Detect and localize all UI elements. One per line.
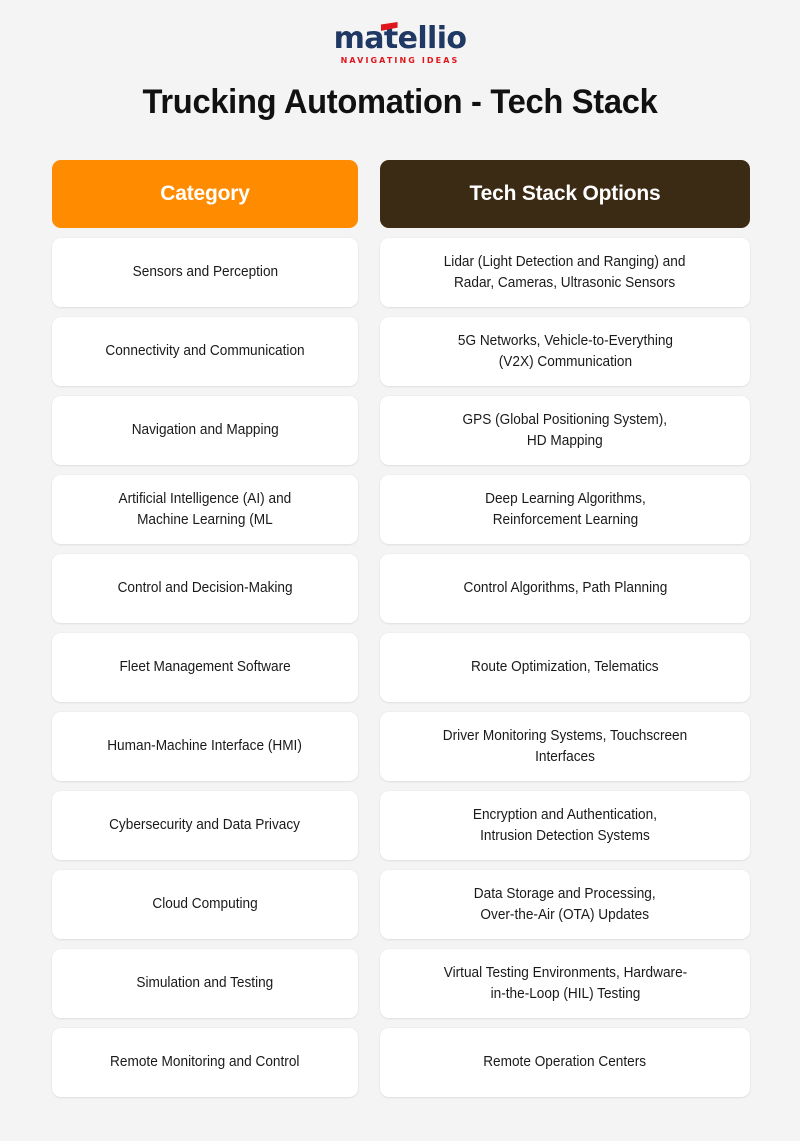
category-label: Cloud Computing — [152, 896, 258, 912]
table-row: Remote Monitoring and Control Remote Oper… — [52, 1028, 750, 1097]
tech-stack-cell: Encryption and Authentication, Intrusion… — [380, 791, 750, 860]
category-cell: Connectivity and Communication — [52, 317, 358, 386]
infographic-page: matellio NAVIGATING IDEAS Trucking Autom… — [0, 0, 800, 1141]
page-title: Trucking Automation - Tech Stack — [142, 83, 658, 121]
tech-stack-label: Encryption and Authentication, Intrusion… — [472, 806, 658, 844]
brand-logo: matellio NAVIGATING IDEAS — [0, 21, 800, 68]
category-label: Navigation and Mapping — [131, 422, 279, 438]
logo-inner: matellio NAVIGATING IDEAS — [333, 21, 467, 65]
tech-stack-cell: GPS (Global Positioning System), HD Mapp… — [380, 396, 750, 465]
category-cell: Human-Machine Interface (HMI) — [52, 712, 358, 781]
category-cell: Artificial Intelligence (AI) and Machine… — [52, 475, 358, 544]
category-label: Artificial Intelligence (AI) and Machine… — [118, 490, 292, 528]
category-cell: Navigation and Mapping — [52, 396, 358, 465]
column-header-tech-stack-options: Tech Stack Options — [380, 160, 750, 228]
category-cell: Remote Monitoring and Control — [52, 1028, 358, 1097]
table-body: Sensors and Perception Lidar (Light Detec… — [52, 238, 750, 1097]
tech-stack-label: GPS (Global Positioning System), HD Mapp… — [462, 411, 668, 449]
category-cell: Cybersecurity and Data Privacy — [52, 791, 358, 860]
column-header-category: Category — [52, 160, 358, 228]
tech-stack-cell: Control Algorithms, Path Planning — [380, 554, 750, 623]
tech-stack-label: Control Algorithms, Path Planning — [463, 580, 667, 596]
tech-stack-table: Category Tech Stack Options Sensors and … — [52, 160, 750, 1107]
table-header-row: Category Tech Stack Options — [52, 160, 750, 228]
category-cell: Sensors and Perception — [52, 238, 358, 307]
tech-stack-label: Data Storage and Processing, Over-the-Ai… — [474, 885, 656, 923]
category-label: Connectivity and Communication — [105, 343, 305, 359]
logo-tagline: NAVIGATING IDEAS — [340, 56, 460, 65]
table-row: Artificial Intelligence (AI) and Machine… — [52, 475, 750, 544]
tech-stack-cell: Remote Operation Centers — [380, 1028, 750, 1097]
category-label: Cybersecurity and Data Privacy — [109, 817, 301, 833]
table-row: Control and Decision-Making Control Algor… — [52, 554, 750, 623]
table-row: Navigation and Mapping GPS (Global Positi… — [52, 396, 750, 465]
tech-stack-label: Virtual Testing Environments, Hardware- … — [443, 964, 687, 1002]
category-cell: Control and Decision-Making — [52, 554, 358, 623]
table-row: Cloud Computing Data Storage and Processi… — [52, 870, 750, 939]
tech-stack-label: Deep Learning Algorithms, Reinforcement … — [484, 490, 646, 528]
tech-stack-label: Route Optimization, Telematics — [471, 659, 659, 675]
category-label: Sensors and Perception — [132, 264, 278, 280]
category-cell: Simulation and Testing — [52, 949, 358, 1018]
table-row: Simulation and Testing Virtual Testing En… — [52, 949, 750, 1018]
category-cell: Cloud Computing — [52, 870, 358, 939]
table-row: Connectivity and Communication 5G Network… — [52, 317, 750, 386]
table-row: Sensors and Perception Lidar (Light Detec… — [52, 238, 750, 307]
tech-stack-label: Driver Monitoring Systems, Touchscreen I… — [442, 727, 688, 765]
tech-stack-cell: Data Storage and Processing, Over-the-Ai… — [380, 870, 750, 939]
tech-stack-label: Lidar (Light Detection and Ranging) and … — [444, 253, 686, 291]
category-label: Simulation and Testing — [136, 975, 274, 991]
category-label: Human-Machine Interface (HMI) — [107, 738, 303, 754]
table-row: Fleet Management Software Route Optimizat… — [52, 633, 750, 702]
category-label: Remote Monitoring and Control — [110, 1054, 300, 1070]
tech-stack-cell: Lidar (Light Detection and Ranging) and … — [380, 238, 750, 307]
tech-stack-cell: Virtual Testing Environments, Hardware- … — [380, 949, 750, 1018]
tech-stack-cell: Driver Monitoring Systems, Touchscreen I… — [380, 712, 750, 781]
logo-wordmark: matellio — [333, 21, 467, 56]
table-row: Cybersecurity and Data Privacy Encryption… — [52, 791, 750, 860]
tech-stack-cell: Deep Learning Algorithms, Reinforcement … — [380, 475, 750, 544]
table-row: Human-Machine Interface (HMI) Driver Moni… — [52, 712, 750, 781]
tech-stack-label: Remote Operation Centers — [483, 1054, 647, 1070]
tech-stack-label: 5G Networks, Vehicle-to-Everything (V2X)… — [457, 332, 673, 370]
category-label: Control and Decision-Making — [117, 580, 293, 596]
category-label: Fleet Management Software — [119, 659, 291, 675]
category-cell: Fleet Management Software — [52, 633, 358, 702]
tech-stack-cell: 5G Networks, Vehicle-to-Everything (V2X)… — [380, 317, 750, 386]
tech-stack-cell: Route Optimization, Telematics — [380, 633, 750, 702]
